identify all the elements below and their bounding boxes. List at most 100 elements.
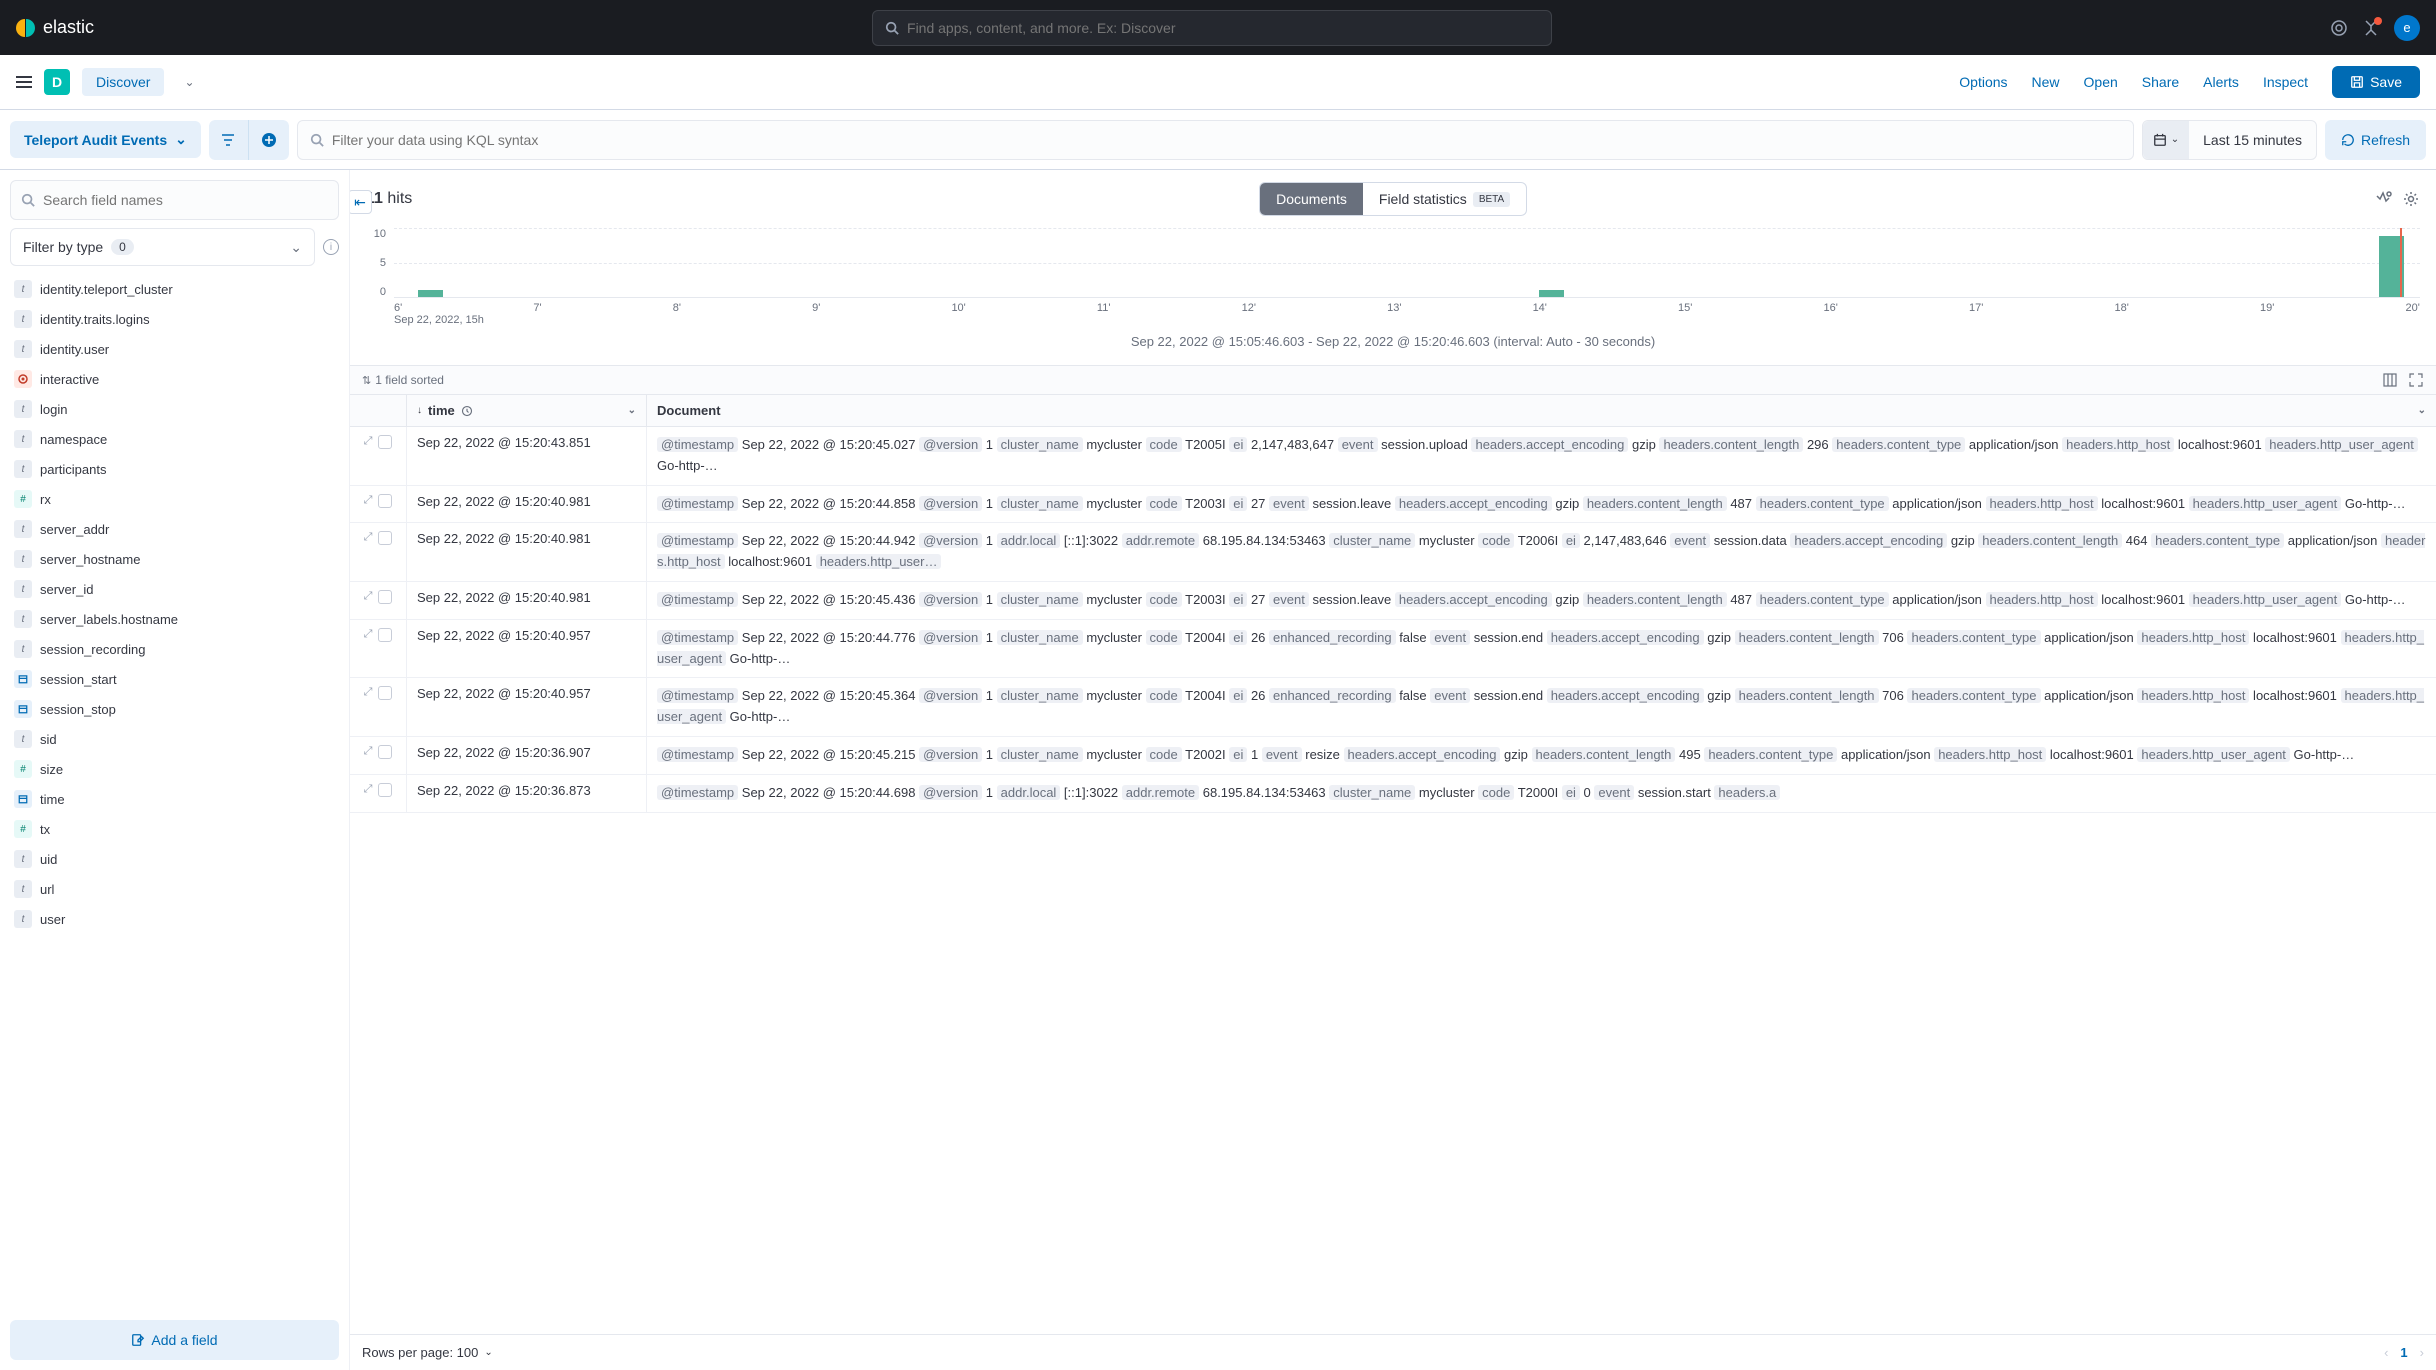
row-document: @timestamp Sep 22, 2022 @ 15:20:44.776 @…	[646, 620, 2436, 678]
doc-key: ei	[1229, 630, 1247, 645]
date-quick-select[interactable]: ⌄	[2143, 121, 2189, 159]
expand-icon[interactable]: ⤢	[364, 590, 373, 603]
info-icon[interactable]: i	[323, 239, 339, 255]
refresh-button[interactable]: Refresh	[2325, 120, 2426, 160]
expand-icon[interactable]: ⤢	[364, 686, 373, 699]
expand-icon[interactable]: ⤢	[364, 494, 373, 507]
field-item[interactable]: interactive	[10, 364, 339, 394]
field-item[interactable]: #tx	[10, 814, 339, 844]
sort-badge[interactable]: ⇅ 1 field sorted	[362, 373, 444, 387]
field-item[interactable]: #rx	[10, 484, 339, 514]
date-picker[interactable]: ⌄ Last 15 minutes	[2142, 120, 2317, 160]
settings-icon[interactable]	[2402, 190, 2420, 208]
row-checkbox[interactable]	[378, 628, 392, 642]
search-icon	[21, 193, 35, 207]
field-item[interactable]: tuser	[10, 904, 339, 934]
doc-key: cluster_name	[997, 747, 1083, 762]
column-time[interactable]: ↓ time ⌄	[406, 395, 646, 426]
row-checkbox[interactable]	[378, 783, 392, 797]
chevron-down-icon[interactable]: ⌄	[2418, 405, 2426, 416]
fullscreen-icon[interactable]	[2408, 372, 2424, 388]
field-item[interactable]: tsid	[10, 724, 339, 754]
global-search-input[interactable]	[907, 20, 1539, 36]
chart-bar[interactable]	[1539, 290, 1564, 297]
nav-open[interactable]: Open	[2084, 74, 2118, 90]
field-item[interactable]: tserver_hostname	[10, 544, 339, 574]
field-search[interactable]	[10, 180, 339, 220]
user-avatar[interactable]: e	[2394, 15, 2420, 41]
expand-icon[interactable]: ⤢	[364, 628, 373, 641]
nav-new[interactable]: New	[2032, 74, 2060, 90]
doc-key: code	[1146, 496, 1182, 511]
field-item[interactable]: #size	[10, 754, 339, 784]
table-row: ⤢Sep 22, 2022 @ 15:20:36.873@timestamp S…	[350, 775, 2436, 813]
field-type-icon: t	[14, 850, 32, 868]
tab-field-statistics[interactable]: Field statistics BETA	[1363, 183, 1526, 215]
field-item[interactable]: tidentity.user	[10, 334, 339, 364]
expand-icon[interactable]: ⤢	[364, 745, 373, 758]
field-name: sid	[40, 732, 57, 747]
field-item[interactable]: tsession_recording	[10, 634, 339, 664]
field-item[interactable]: session_start	[10, 664, 339, 694]
chart-time-marker	[2400, 228, 2402, 297]
columns-icon[interactable]	[2382, 372, 2398, 388]
field-item[interactable]: tidentity.teleport_cluster	[10, 274, 339, 304]
help-icon[interactable]	[2330, 19, 2348, 37]
field-item[interactable]: tnamespace	[10, 424, 339, 454]
app-badge[interactable]: D	[44, 69, 70, 95]
next-page[interactable]: ›	[2420, 1345, 2424, 1360]
filter-by-type[interactable]: Filter by type 0 ⌄	[10, 228, 315, 266]
field-item[interactable]: tparticipants	[10, 454, 339, 484]
query-input[interactable]	[332, 132, 2121, 148]
rows-per-page[interactable]: Rows per page: 100 ⌄	[362, 1345, 493, 1360]
field-item[interactable]: tserver_addr	[10, 514, 339, 544]
field-item[interactable]: session_stop	[10, 694, 339, 724]
collapse-sidebar-icon[interactable]: ⇤	[350, 190, 372, 214]
app-name-pill[interactable]: Discover	[82, 68, 164, 96]
doc-key: headers.http_host	[2137, 688, 2249, 703]
chart-options-icon[interactable]	[2374, 190, 2392, 208]
row-checkbox[interactable]	[378, 494, 392, 508]
histogram-chart[interactable]: 10 5 0 6'7'8'9'10'11'12'13'14'15'16'17'1…	[350, 228, 2436, 365]
field-item[interactable]: tserver_labels.hostname	[10, 604, 339, 634]
data-view-select[interactable]: Teleport Audit Events ⌄	[10, 121, 201, 158]
row-checkbox[interactable]	[378, 745, 392, 759]
nav-toggle-icon[interactable]	[16, 73, 32, 91]
newsfeed-icon[interactable]	[2362, 19, 2380, 37]
current-page[interactable]: 1	[2400, 1345, 2407, 1360]
nav-inspect[interactable]: Inspect	[2263, 74, 2308, 90]
nav-share[interactable]: Share	[2142, 74, 2179, 90]
row-checkbox[interactable]	[378, 435, 392, 449]
expand-icon[interactable]: ⤢	[364, 435, 373, 448]
field-search-input[interactable]	[43, 192, 328, 208]
field-item[interactable]: tlogin	[10, 394, 339, 424]
global-search[interactable]	[872, 10, 1552, 46]
field-item[interactable]: tidentity.traits.logins	[10, 304, 339, 334]
field-item[interactable]: tserver_id	[10, 574, 339, 604]
field-item[interactable]: tuid	[10, 844, 339, 874]
field-item[interactable]: turl	[10, 874, 339, 904]
expand-icon[interactable]: ⤢	[364, 783, 373, 796]
field-type-icon: t	[14, 880, 32, 898]
elastic-logo[interactable]: elastic	[16, 17, 94, 38]
chart-bar[interactable]	[418, 290, 443, 297]
nav-options[interactable]: Options	[1959, 74, 2007, 90]
tab-documents[interactable]: Documents	[1260, 183, 1363, 215]
row-checkbox[interactable]	[378, 686, 392, 700]
prev-page[interactable]: ‹	[2384, 1345, 2388, 1360]
filter-icon-button[interactable]	[209, 120, 249, 160]
chevron-down-icon[interactable]: ⌄	[628, 405, 636, 416]
query-bar[interactable]	[297, 120, 2134, 160]
expand-icon[interactable]: ⤢	[364, 531, 373, 544]
nav-alerts[interactable]: Alerts	[2203, 74, 2239, 90]
row-time: Sep 22, 2022 @ 15:20:40.981	[406, 523, 646, 581]
add-field-button[interactable]: Add a field	[10, 1320, 339, 1360]
field-item[interactable]: time	[10, 784, 339, 814]
row-checkbox[interactable]	[378, 531, 392, 545]
add-filter-button[interactable]	[249, 120, 289, 160]
column-document[interactable]: Document ⌄	[646, 395, 2436, 426]
save-button[interactable]: Save	[2332, 66, 2420, 98]
field-name: identity.teleport_cluster	[40, 282, 173, 297]
doc-key: headers.http_user_agent	[2189, 496, 2342, 511]
row-checkbox[interactable]	[378, 590, 392, 604]
